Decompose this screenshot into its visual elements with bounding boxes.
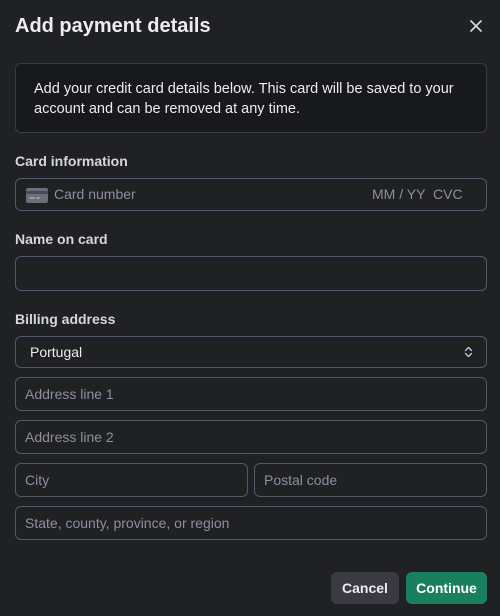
cancel-button[interactable]: Cancel [331,572,399,604]
address-line2-input[interactable] [16,421,486,453]
name-on-card-field[interactable] [15,256,487,291]
postal-code-field[interactable] [254,463,487,497]
country-select-value: Portugal [30,344,83,360]
card-information-label: Card information [15,153,128,169]
country-select[interactable]: Portugal [15,336,487,368]
card-expiry-input[interactable]: MM / YY [372,179,425,210]
info-notice: Add your credit card details below. This… [15,63,487,133]
city-field[interactable] [15,463,248,497]
card-input-group[interactable]: Card number MM / YY CVC [15,178,487,211]
continue-button[interactable]: Continue [406,572,487,604]
address-line1-field[interactable] [15,377,487,411]
card-cvc-input[interactable]: CVC [433,179,463,210]
close-button[interactable] [464,14,488,38]
city-input[interactable] [16,464,247,496]
name-on-card-input[interactable] [16,257,486,290]
close-icon [470,20,482,32]
address-line2-field[interactable] [15,420,487,454]
region-field[interactable] [15,506,487,540]
address-line1-input[interactable] [16,378,486,410]
dialog-title: Add payment details [15,15,211,37]
name-on-card-label: Name on card [15,231,108,247]
region-input[interactable] [16,507,486,539]
postal-code-input[interactable] [255,464,486,496]
card-number-input[interactable]: Card number [54,179,136,210]
payment-dialog: Add payment details Add your credit card… [0,0,500,616]
credit-card-icon [26,188,48,203]
chevron-updown-icon [464,346,473,358]
info-text: Add your credit card details below. This… [34,81,454,117]
billing-address-label: Billing address [15,311,116,327]
